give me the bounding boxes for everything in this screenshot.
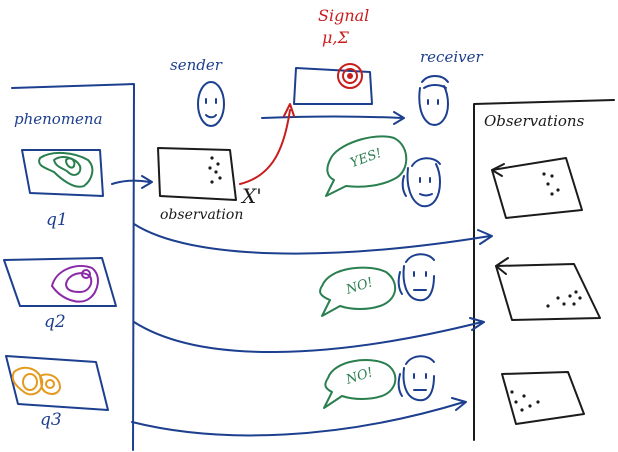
sender-label: sender [170, 56, 222, 74]
observation-to-signal-arrow [239, 103, 295, 185]
sender-to-receiver-arrow [261, 111, 405, 125]
receiver-face-yes-icon [401, 157, 441, 208]
observation-label: observation [160, 207, 244, 223]
observation-card-3 [501, 371, 585, 425]
receiver-label: receiver [420, 48, 483, 66]
receiver-face-no-2-icon [397, 355, 435, 402]
observations-column-border [473, 99, 615, 441]
q3-transmission-arrow [131, 397, 467, 437]
phenomena-label: phenomena [14, 110, 103, 128]
observation-card-1 [491, 157, 583, 219]
q3-phenomenon-card [5, 355, 109, 411]
q1-to-observation-arrow [111, 175, 153, 189]
signal-label: Signal [318, 6, 370, 25]
q1-phenomenon-card [21, 149, 104, 197]
receiver-face-no-1-icon [397, 253, 435, 302]
receiver-face-icon [418, 75, 449, 126]
q2-transmission-arrow [133, 317, 485, 353]
x-prime-label: X' [242, 184, 262, 208]
q3-label: q3 [40, 410, 62, 430]
q2-label: q2 [44, 312, 66, 332]
signal-box [293, 63, 373, 105]
signal-params-label: μ,Σ [322, 28, 349, 47]
observation-card-2 [495, 257, 601, 321]
observations-label: Observations [484, 112, 585, 130]
q1-label: q1 [46, 210, 68, 230]
q2-phenomenon-card [3, 257, 117, 307]
diagram-drawing [3, 63, 615, 451]
sender-observation-box [157, 147, 237, 201]
q1-transmission-arrow [133, 223, 493, 255]
diagram-canvas: Signal μ,Σ sender receiver phenomena Obs… [0, 0, 618, 452]
sender-face-icon [197, 81, 225, 127]
